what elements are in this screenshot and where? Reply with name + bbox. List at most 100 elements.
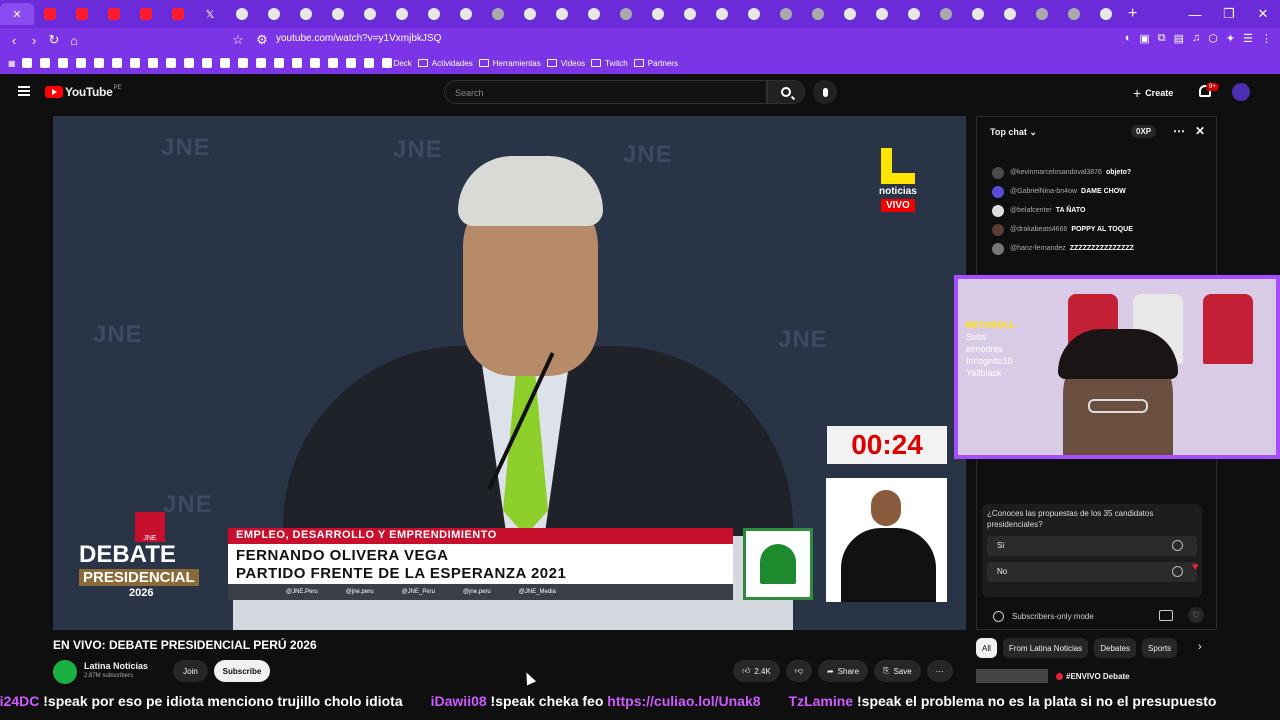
browser-tab[interactable] xyxy=(770,3,802,25)
bookmark-favicon[interactable] xyxy=(255,52,268,74)
chip-all[interactable]: All xyxy=(976,638,997,658)
recommended-video[interactable]: #ENVIVO Debate xyxy=(976,666,1216,686)
chevron-right-icon[interactable]: › xyxy=(1198,641,1202,653)
browser-tab[interactable] xyxy=(962,3,994,25)
browser-tab[interactable] xyxy=(354,3,386,25)
maximize-icon[interactable]: ❐ xyxy=(1212,0,1246,28)
browser-tab[interactable] xyxy=(482,3,514,25)
browser-tab[interactable] xyxy=(578,3,610,25)
browser-tab[interactable] xyxy=(226,3,258,25)
browser-tab[interactable] xyxy=(322,3,354,25)
poll-option-no[interactable]: No xyxy=(987,562,1197,582)
bookmark-folder-herramientas[interactable]: Herramientas xyxy=(478,52,541,74)
browser-tab[interactable] xyxy=(66,3,98,25)
browser-tab[interactable]: 𝕏 xyxy=(194,3,226,25)
close-window-icon[interactable]: ✕ xyxy=(1246,0,1280,28)
active-tab[interactable]: ✕ xyxy=(0,3,34,25)
bookmark-favicon[interactable] xyxy=(291,52,304,74)
channel-name[interactable]: Latina Noticias xyxy=(84,661,148,671)
browser-tab[interactable] xyxy=(802,3,834,25)
bookmark-favicon[interactable] xyxy=(75,52,88,74)
new-tab-icon[interactable]: + xyxy=(1128,5,1137,23)
extension-icon[interactable]: ▣ xyxy=(1139,32,1149,45)
bookmark-favicon[interactable] xyxy=(39,52,52,74)
menu-icon[interactable]: ⋮ xyxy=(1261,32,1272,45)
extension-icon[interactable]: ♫ xyxy=(1192,32,1200,45)
site-info-icon[interactable]: ⚙ xyxy=(252,32,272,48)
youtube-logo[interactable]: YouTube PE xyxy=(45,85,121,99)
search-input[interactable]: Search xyxy=(444,80,767,104)
chip-from-channel[interactable]: From Latina Noticias xyxy=(1002,638,1089,658)
back-icon[interactable]: ‹ xyxy=(4,33,24,48)
bookmark-favicon[interactable] xyxy=(147,52,160,74)
subscribe-button[interactable]: Subscribe xyxy=(214,660,270,682)
bookmark-favicon[interactable] xyxy=(363,52,376,74)
browser-tab[interactable] xyxy=(1090,3,1122,25)
account-avatar[interactable] xyxy=(1232,83,1250,101)
browser-tab[interactable] xyxy=(546,3,578,25)
share-button[interactable]: ➦ Share xyxy=(817,660,869,682)
bookmark-favicon[interactable] xyxy=(237,52,250,74)
video-player[interactable]: JNE JNE JNE JNE JNE JNE noticias VIVO 00… xyxy=(53,116,966,630)
browser-tab[interactable] xyxy=(706,3,738,25)
bookmark-favicon[interactable] xyxy=(111,52,124,74)
browser-tab[interactable] xyxy=(418,3,450,25)
extension-icon[interactable]: ⬡ xyxy=(1208,32,1218,45)
bookmark-favicon[interactable] xyxy=(21,52,34,74)
browser-tab[interactable] xyxy=(610,3,642,25)
poll-option-si[interactable]: Si xyxy=(987,536,1197,556)
bookmark-folder-videos[interactable]: Videos xyxy=(546,52,585,74)
browser-tab[interactable] xyxy=(130,3,162,25)
extension-icon[interactable]: ⧉ xyxy=(1158,32,1166,45)
home-icon[interactable]: ⌂ xyxy=(64,33,84,48)
forward-icon[interactable]: › xyxy=(24,33,44,48)
close-chat-icon[interactable]: ✕ xyxy=(1195,124,1205,138)
bookmark-folder-twitch[interactable]: Twitch xyxy=(591,52,628,74)
extension-icon[interactable]: ◐ xyxy=(1125,32,1132,45)
bookmark-favicon[interactable] xyxy=(57,52,70,74)
bookmark-icon[interactable]: ☆ xyxy=(228,32,248,48)
bookmark-favicon[interactable] xyxy=(183,52,196,74)
browser-tab[interactable] xyxy=(738,3,770,25)
browser-tab[interactable] xyxy=(1058,3,1090,25)
extension-icon[interactable]: ▤ xyxy=(1174,32,1184,45)
bookmark-favicon[interactable] xyxy=(327,52,340,74)
browser-tab[interactable] xyxy=(674,3,706,25)
voice-search-button[interactable] xyxy=(813,80,837,104)
top-chat-dropdown[interactable]: Top chat ⌄ xyxy=(990,127,1037,138)
channel-avatar[interactable] xyxy=(53,660,77,684)
browser-tab[interactable] xyxy=(290,3,322,25)
more-options-icon[interactable]: ⋯ xyxy=(1173,124,1185,138)
browser-tab[interactable] xyxy=(866,3,898,25)
extension-icon[interactable]: ✦ xyxy=(1226,32,1235,45)
like-button[interactable]: 👍︎ 2.4K xyxy=(733,660,780,682)
browser-tab[interactable] xyxy=(514,3,546,25)
reload-icon[interactable]: ↻ xyxy=(44,32,64,48)
save-button[interactable]: ⎘ Save xyxy=(874,660,921,682)
create-button[interactable]: + Create xyxy=(1133,85,1173,101)
more-actions-button[interactable]: ⋯ xyxy=(926,660,953,682)
bookmark-folder-partners[interactable]: Partners xyxy=(633,52,678,74)
browser-tab[interactable] xyxy=(642,3,674,25)
close-icon[interactable]: ✕ xyxy=(12,8,21,21)
bookmark-folder-actividades[interactable]: Actividades xyxy=(417,52,473,74)
super-chat-icon[interactable] xyxy=(1159,610,1173,621)
bookmark-favicon[interactable] xyxy=(201,52,214,74)
browser-tab[interactable] xyxy=(34,3,66,25)
browser-tab[interactable] xyxy=(450,3,482,25)
chat-points-badge[interactable]: 0XP xyxy=(1131,125,1157,138)
bookmark-favicon[interactable] xyxy=(93,52,106,74)
bookmark-favicon[interactable] xyxy=(165,52,178,74)
heart-icon[interactable]: ♡ xyxy=(1188,607,1204,623)
browser-tab[interactable] xyxy=(834,3,866,25)
browser-tab[interactable] xyxy=(162,3,194,25)
join-button[interactable]: Join xyxy=(173,660,208,682)
minimize-icon[interactable]: — xyxy=(1178,0,1212,28)
browser-tab[interactable] xyxy=(994,3,1026,25)
apps-icon[interactable]: ▦ xyxy=(8,52,16,74)
bookmark-favicon[interactable] xyxy=(129,52,142,74)
hamburger-menu-icon[interactable] xyxy=(18,86,30,96)
browser-tab[interactable] xyxy=(386,3,418,25)
bookmark-favicon[interactable] xyxy=(309,52,322,74)
browser-tab[interactable] xyxy=(98,3,130,25)
